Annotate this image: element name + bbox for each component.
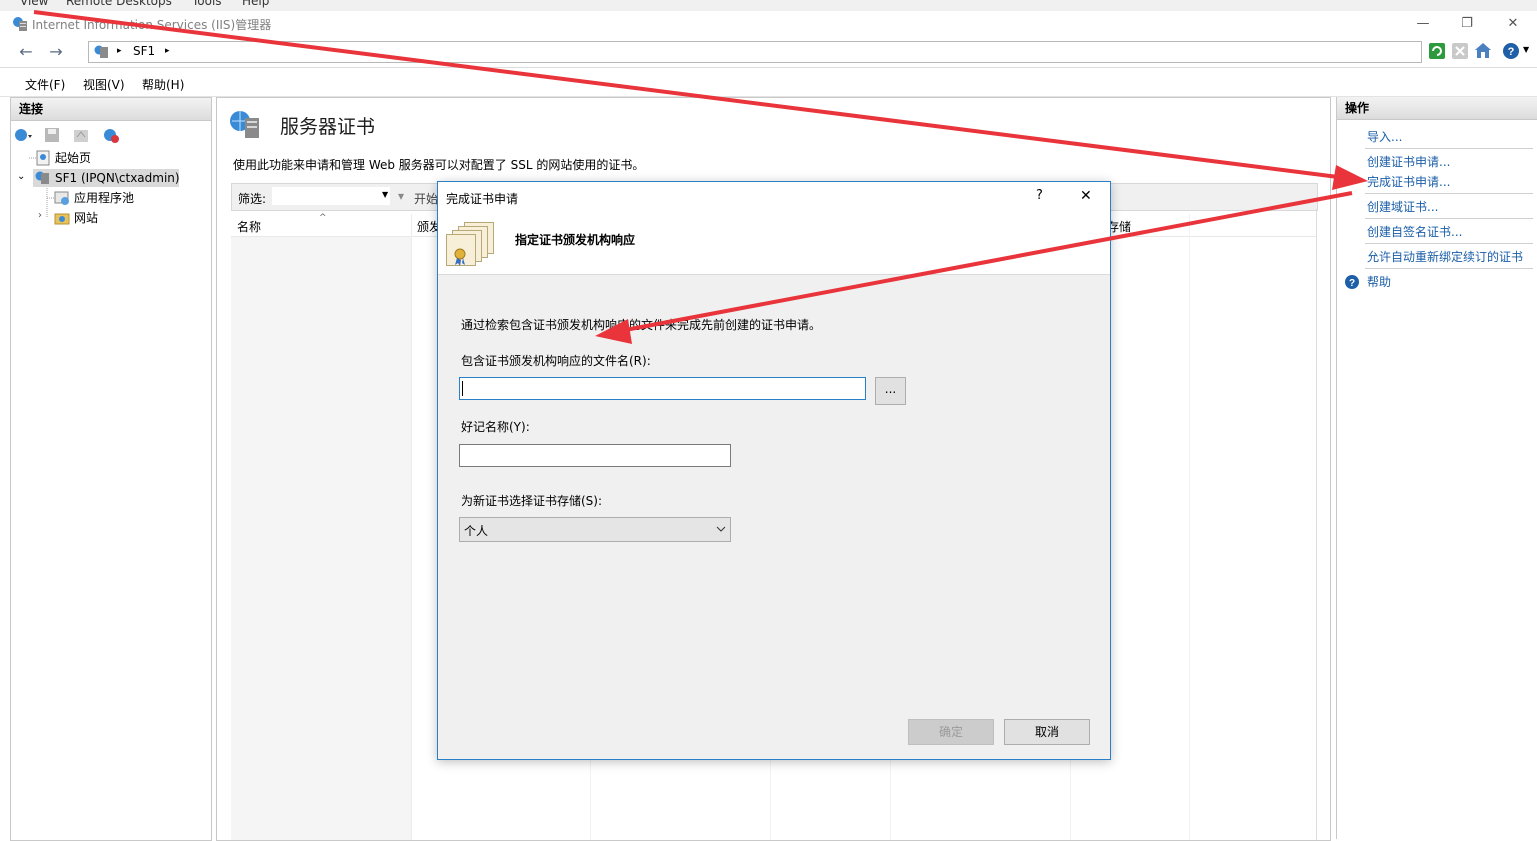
menu-file[interactable]: 文件(F) (25, 76, 65, 93)
title-bar: Internet Information Services (IIS)管理器 —… (0, 11, 1537, 37)
cancel-button[interactable]: 取消 (1004, 719, 1090, 745)
column-name[interactable]: 名称 (237, 218, 261, 235)
dialog-header: 指定证书颁发机构响应 (438, 212, 1110, 275)
certificate-stack-icon (446, 220, 498, 268)
disconnect-icon[interactable] (102, 127, 120, 143)
host-menu-view[interactable]: View (20, 0, 48, 8)
dialog-close-button[interactable]: ✕ (1080, 188, 1092, 204)
window-title: Internet Information Services (IIS)管理器 (32, 18, 272, 32)
sort-up-icon: ^ (319, 213, 327, 223)
iis-app-icon (13, 17, 27, 31)
friendly-name-label: 好记名称(Y): (461, 420, 530, 434)
action-import[interactable]: 导入... (1367, 128, 1402, 146)
chevron-right-icon[interactable]: › (38, 210, 42, 221)
dialog-title: 完成证书申请 (446, 192, 519, 206)
tree-item-label: 起始页 (55, 151, 92, 165)
page-title: 服务器证书 (280, 116, 376, 138)
host-menu-tools[interactable]: Tools (192, 0, 222, 8)
filter-label: 筛选: (238, 192, 267, 206)
action-divider (1365, 218, 1533, 219)
action-create-self-signed[interactable]: 创建自签名证书... (1367, 223, 1462, 241)
menu-view[interactable]: 视图(V) (83, 76, 125, 93)
ok-button[interactable]: 确定 (908, 719, 994, 745)
host-menu-bar: View Remote Desktops Tools Help (0, 0, 1537, 11)
action-divider (1365, 148, 1533, 149)
action-divider (1365, 243, 1533, 244)
tree-item-server[interactable]: SF1 (IPQN\ctxadmin) (33, 169, 180, 187)
dialog-help-button[interactable]: ? (1036, 188, 1043, 203)
host-menu-remote-desktops[interactable]: Remote Desktops (66, 0, 172, 8)
dialog-heading: 指定证书颁发机构响应 (515, 233, 636, 247)
name-column-shade (231, 237, 411, 840)
column-divider (1189, 214, 1190, 840)
action-create-cert-request[interactable]: 创建证书申请... (1367, 153, 1450, 171)
server-certificates-icon (230, 111, 259, 138)
help-icon[interactable]: ? (1502, 42, 1520, 60)
home-icon[interactable] (1474, 42, 1492, 59)
path-separator-icon: ▸ (165, 46, 170, 56)
up-level-icon[interactable] (73, 127, 89, 143)
feature-description: 使用此功能来申请和管理 Web 服务器可以对配置了 SSL 的网站使用的证书。 (233, 158, 645, 172)
action-auto-rebind[interactable]: 允许自动重新绑定续订的证书 (1367, 248, 1523, 266)
menu-bar: 文件(F) 视图(V) 帮助(H) (0, 68, 1537, 97)
help-icon: ? (1345, 275, 1359, 289)
file-name-input[interactable] (459, 377, 866, 400)
close-window-button[interactable]: ✕ (1498, 15, 1528, 33)
save-icon[interactable] (44, 127, 60, 143)
filter-input[interactable] (272, 187, 390, 205)
menu-help[interactable]: 帮助(H) (142, 76, 184, 93)
file-name-label: 包含证书颁发机构响应的文件名(R): (461, 354, 651, 368)
connections-toolbar (13, 126, 133, 144)
action-complete-cert-request[interactable]: 完成证书申请... (1367, 173, 1450, 191)
dialog-title-bar: 完成证书申请 ? ✕ (438, 182, 1110, 212)
browse-button[interactable]: ... (875, 377, 906, 405)
tree-item-label: 网站 (74, 211, 99, 225)
action-create-domain-cert[interactable]: 创建域证书... (1367, 198, 1438, 216)
chevron-down-icon[interactable]: ⌄ (17, 171, 25, 182)
complete-cert-request-dialog: 完成证书申请 ? ✕ 指定证书颁发机构响应 通过检索包含证书颁发机构响应的文件来… (437, 181, 1111, 760)
friendly-name-input[interactable] (459, 444, 731, 467)
sites-folder-icon (54, 213, 70, 225)
filter-start-button[interactable]: 开始 (414, 190, 438, 207)
connections-panel: 连接 起始页 ⌄ SF1 (IPQN\ctxadmin) 应用程序池 › 网站 (10, 97, 212, 841)
server-node-icon (94, 45, 108, 58)
svg-text:?: ? (1508, 46, 1515, 58)
server-icon (35, 171, 49, 184)
address-path[interactable]: ▸ SF1 ▸ (88, 41, 1422, 63)
actions-heading: 操作 (1337, 97, 1537, 120)
chevron-down-icon (716, 526, 726, 532)
svg-text:?: ? (1349, 278, 1355, 289)
path-separator-icon: ▸ (117, 46, 122, 56)
cert-store-selected: 个人 (464, 524, 489, 538)
refresh-icon[interactable] (1429, 43, 1445, 59)
column-divider (411, 214, 412, 840)
stop-icon[interactable] (1452, 43, 1468, 59)
dialog-intro: 通过检索包含证书颁发机构响应的文件来完成先前创建的证书申请。 (461, 318, 822, 332)
forward-arrow-icon[interactable]: → (46, 43, 66, 61)
host-menu-help[interactable]: Help (242, 0, 269, 8)
connections-heading: 连接 (11, 98, 211, 121)
tree-item-label: 应用程序池 (74, 191, 135, 205)
back-arrow-icon[interactable]: ← (16, 43, 36, 61)
chevron-down-icon[interactable]: ▼ (1523, 45, 1529, 54)
minimize-button[interactable]: — (1408, 15, 1438, 33)
cert-store-label: 为新证书选择证书存储(S): (461, 494, 603, 508)
restore-button[interactable]: ❐ (1452, 15, 1482, 33)
app-pool-icon (54, 191, 69, 205)
start-page-icon (36, 150, 50, 166)
chevron-down-icon[interactable]: ▼ (382, 190, 388, 199)
action-help[interactable]: 帮助 (1367, 273, 1391, 291)
action-divider (1365, 193, 1533, 194)
address-bar: ← → ▸ SF1 ▸ ? ▼ (0, 37, 1537, 68)
connect-globe-icon[interactable] (14, 127, 34, 143)
path-node-sf1[interactable]: SF1 (133, 44, 155, 58)
filter-funnel-icon: ▾ (398, 189, 405, 203)
action-divider (1365, 268, 1533, 269)
cert-store-select[interactable]: 个人 (459, 517, 731, 542)
actions-panel: 操作 导入... 创建证书申请... 完成证书申请... 创建域证书... 创建… (1336, 97, 1537, 839)
column-divider (1316, 209, 1317, 840)
tree-item-label: SF1 (IPQN\ctxadmin) (55, 171, 180, 185)
